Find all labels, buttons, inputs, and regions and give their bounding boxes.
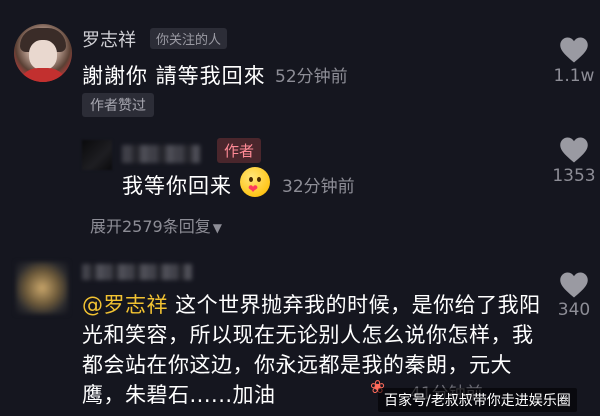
avatar[interactable]: [82, 140, 112, 170]
like-heart-icon[interactable]: [559, 271, 589, 299]
like-count: 1.1w: [553, 66, 595, 86]
like-count: 1353: [552, 166, 596, 186]
mention-link[interactable]: @罗志祥: [82, 293, 168, 317]
expand-replies-link[interactable]: 展开2579条回复 ▼: [90, 213, 222, 237]
like-heart-icon[interactable]: [559, 36, 589, 64]
comment-text: 謝謝你 請等我回來: [82, 64, 266, 88]
comment-username[interactable]: 罗志祥: [82, 26, 136, 52]
like-count: 340: [557, 300, 591, 320]
author-badge: 作者: [217, 138, 262, 163]
comment-username-blurred[interactable]: [82, 264, 192, 280]
expand-replies-label: 展开2579条回复: [90, 217, 211, 236]
comment-time: 52分钟前: [275, 67, 348, 87]
reply-username-blurred[interactable]: [122, 145, 200, 163]
avatar[interactable]: [14, 24, 72, 82]
caret-down-icon: ▼: [212, 221, 222, 235]
like-heart-icon[interactable]: [559, 136, 589, 164]
author-liked-badge: 作者赞过: [82, 93, 154, 117]
hugging-heart-emoji-icon: ❤: [240, 167, 270, 197]
reply-text: 我等你回来: [122, 174, 232, 198]
avatar[interactable]: [16, 262, 68, 314]
watermark: 百家号/老叔叔带你走进娱乐圈: [378, 388, 577, 412]
reply-time: 32分钟前: [282, 177, 355, 197]
follow-badge: 你关注的人: [150, 28, 228, 49]
